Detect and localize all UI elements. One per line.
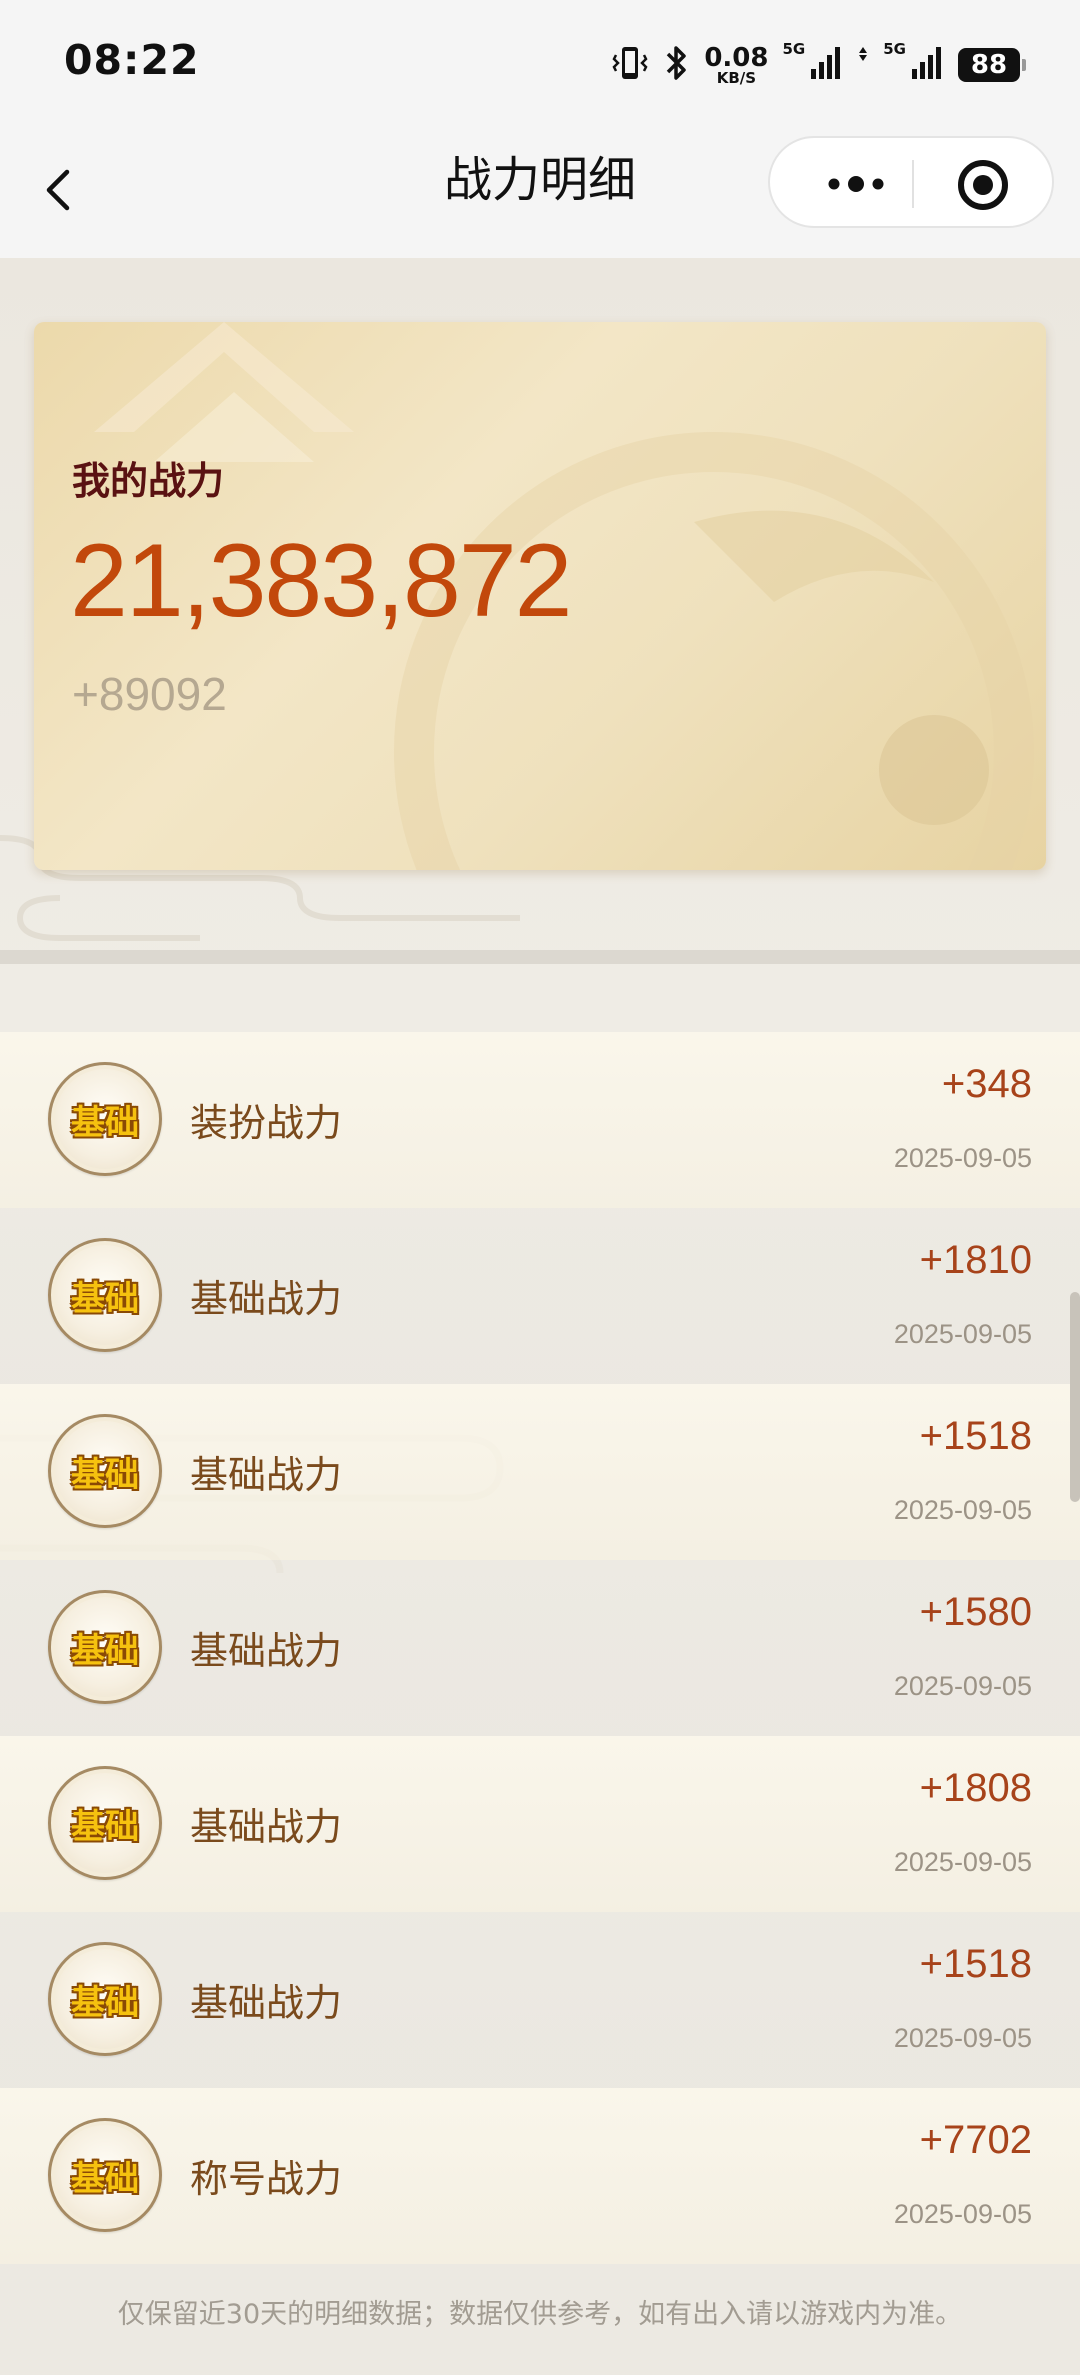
record-date: 2025-09-05 xyxy=(893,1319,1032,1349)
badge-text: 基础 xyxy=(71,1102,139,1143)
record-amount: +1810 xyxy=(919,1238,1032,1282)
record-name: 基础战力 xyxy=(190,1277,343,1321)
badge-text: 基础 xyxy=(71,1454,139,1495)
footer-disclaimer: 仅保留近30天的明细数据；数据仅供参考，如有出入请以游戏内为准。 xyxy=(117,2299,963,2330)
power-summary-card: 我的战力 21,383,872 +89092 xyxy=(34,322,1046,870)
record-name: 基础战力 xyxy=(190,1981,343,2025)
my-power-value: 21,383,872 xyxy=(70,523,573,639)
battery-level: 88 xyxy=(970,50,1008,80)
nav-bar: 战力明细 xyxy=(0,130,1080,258)
my-power-label: 我的战力 xyxy=(72,459,225,503)
signal-1-icon xyxy=(809,45,843,85)
record-name: 基础战力 xyxy=(190,1453,343,1497)
mini-program-capsule xyxy=(768,136,1054,228)
basic-badge-icon: 基础 xyxy=(48,1942,162,2056)
basic-badge-icon: 基础 xyxy=(48,1062,162,1176)
signal-2-icon xyxy=(910,45,944,85)
data-arrows-icon xyxy=(857,45,869,85)
more-button[interactable] xyxy=(806,162,906,206)
net-speed-unit: KB/S xyxy=(716,68,757,87)
record-date: 2025-09-05 xyxy=(893,1671,1032,1701)
record-row: 基础 装扮战力 +348 2025-09-05 xyxy=(0,1032,1080,1208)
net-speed: 0.08 KB/S xyxy=(704,45,768,86)
record-name: 装扮战力 xyxy=(190,1101,343,1145)
basic-badge-icon: 基础 xyxy=(48,1414,162,1528)
basic-badge-icon: 基础 xyxy=(48,1590,162,1704)
record-row: 基础 称号战力 +7702 2025-09-05 xyxy=(0,2088,1080,2264)
basic-badge-icon: 基础 xyxy=(48,2118,162,2232)
record-amount: +1808 xyxy=(919,1766,1032,1810)
badge-text: 基础 xyxy=(71,2158,139,2199)
record-amount: +7702 xyxy=(919,2118,1032,2162)
record-date: 2025-09-05 xyxy=(893,1847,1032,1877)
status-time: 08:22 xyxy=(64,36,200,84)
battery-indicator: 88 xyxy=(958,48,1026,82)
my-power-delta: +89092 xyxy=(72,668,227,720)
badge-text: 基础 xyxy=(71,1806,139,1847)
record-date: 2025-09-05 xyxy=(893,2199,1032,2229)
record-amount: +1580 xyxy=(919,1590,1032,1634)
badge-text: 基础 xyxy=(71,1982,139,2023)
basic-badge-icon: 基础 xyxy=(48,1238,162,1352)
signal-1-label: 5G xyxy=(782,40,806,58)
signal-2-label: 5G xyxy=(883,40,906,58)
more-dots-icon xyxy=(828,176,884,192)
record-amount: +1518 xyxy=(919,1942,1032,1986)
record-row: 基础 基础战力 +1518 2025-09-05 xyxy=(0,1384,1080,1560)
record-amount: +348 xyxy=(941,1062,1032,1106)
capsule-divider xyxy=(912,160,914,208)
status-icons: 0.08 KB/S 5G 5G 88 xyxy=(612,40,1026,90)
record-row: 基础 基础战力 +1518 2025-09-05 xyxy=(0,1912,1080,2088)
record-name: 基础战力 xyxy=(190,1629,343,1673)
record-date: 2025-09-05 xyxy=(893,2023,1032,2053)
content-area: 我的战力 21,383,872 +89092 基础 装扮战力 +348 2025… xyxy=(0,258,1080,2375)
record-amount: +1518 xyxy=(919,1414,1032,1458)
scrollbar-thumb[interactable] xyxy=(1070,1292,1080,1502)
badge-text: 基础 xyxy=(71,1630,139,1671)
record-row: 基础 基础战力 +1810 2025-09-05 xyxy=(0,1208,1080,1384)
net-speed-value: 0.08 xyxy=(704,42,769,73)
record-name: 基础战力 xyxy=(190,1805,343,1849)
status-bar: 08:22 0.08 KB/S 5G 5G 88 xyxy=(0,0,1080,130)
record-row: 基础 基础战力 +1808 2025-09-05 xyxy=(0,1736,1080,1912)
power-record-list: 基础 装扮战力 +348 2025-09-05 基础 基础战力 +1810 20… xyxy=(0,1032,1080,2264)
section-divider xyxy=(0,950,1080,964)
record-name: 称号战力 xyxy=(190,2157,343,2201)
badge-text: 基础 xyxy=(71,1278,139,1319)
close-mini-program-button[interactable] xyxy=(956,158,1010,212)
record-date: 2025-09-05 xyxy=(893,1495,1032,1525)
record-date: 2025-09-05 xyxy=(893,1143,1032,1173)
bluetooth-icon xyxy=(662,43,690,87)
record-row: 基础 基础战力 +1580 2025-09-05 xyxy=(0,1560,1080,1736)
vibrate-icon xyxy=(612,43,648,87)
target-close-icon xyxy=(958,160,1008,210)
basic-badge-icon: 基础 xyxy=(48,1766,162,1880)
